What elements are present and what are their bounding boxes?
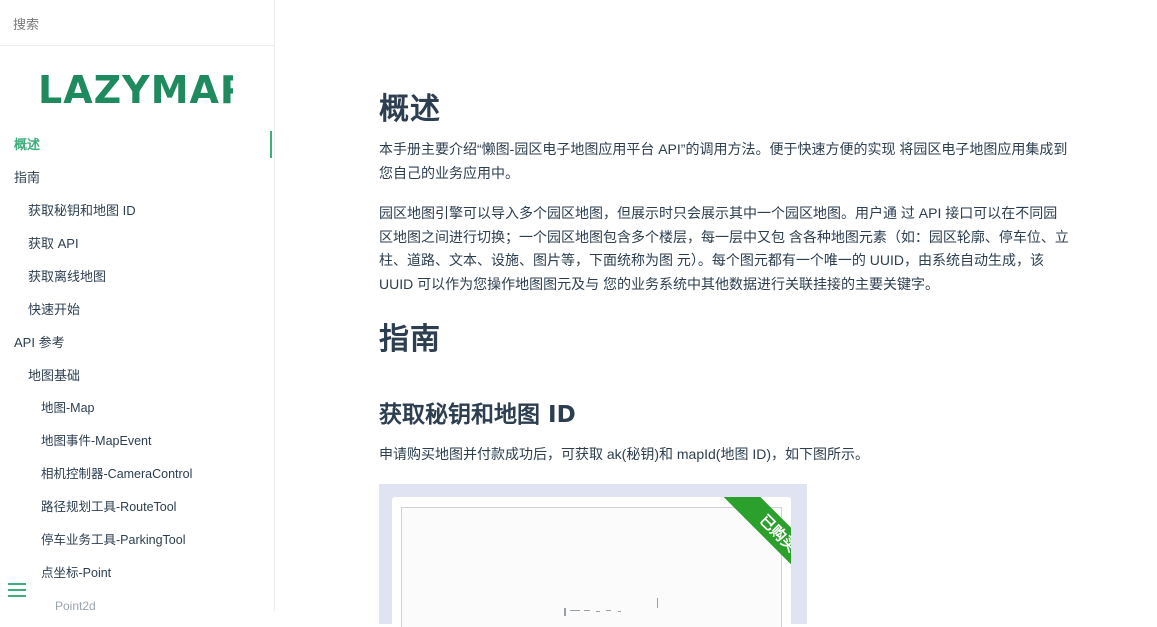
section-title-overview: 概述 xyxy=(379,92,441,127)
sidebar-item-parking-tool[interactable]: 停车业务工具-ParkingTool xyxy=(0,524,274,557)
sidebar-item-map[interactable]: 地图-Map xyxy=(0,392,274,425)
overview-paragraph-2: 园区地图引擎可以导入多个园区地图，但展示时只会展示其中一个园区地图。用户通 过 … xyxy=(379,205,1069,292)
sidebar-item-api-reference[interactable]: API 参考 xyxy=(0,326,274,359)
svg-text:LAZYMAP: LAZYMAP xyxy=(38,70,233,110)
sidebar-item-label: 概述 xyxy=(14,137,41,152)
sidebar-item-offline-map[interactable]: 获取离线地图 xyxy=(0,260,274,293)
sidebar-item-route-tool[interactable]: 路径规划工具-RouteTool xyxy=(0,491,274,524)
sidebar-item-label: 停车业务工具-ParkingTool xyxy=(41,533,186,547)
map-sketch xyxy=(564,598,658,616)
sidebar-item-map-event[interactable]: 地图事件-MapEvent xyxy=(0,425,274,458)
sidebar-item-point[interactable]: 点坐标-Point xyxy=(0,557,274,590)
sidebar-item-label: 快速开始 xyxy=(28,302,81,317)
sidebar-item-get-key[interactable]: 获取秘钥和地图 ID xyxy=(0,194,274,227)
get-key-paragraph: 申请购买地图并付款成功后，可获取 ak(秘钥)和 mapId(地图 ID)，如下… xyxy=(379,446,870,462)
section-title-guide: 指南 xyxy=(379,322,441,357)
sidebar-item-point2d[interactable]: Point2d xyxy=(0,590,274,611)
sidebar: 搜索 LAZYMAP 概述 指南 获取秘钥和地图 ID 获取 API 获取离线地… xyxy=(0,0,275,611)
sidebar-item-label: 地图基础 xyxy=(28,368,81,383)
screenshot-card: 已购买 xyxy=(392,497,791,627)
sidebar-item-get-api[interactable]: 获取 API xyxy=(0,227,274,260)
active-indicator xyxy=(270,131,272,158)
sidebar-item-label: 相机控制器-CameraControl xyxy=(41,467,193,481)
sidebar-item-label: 地图事件-MapEvent xyxy=(41,434,152,448)
menu-toggle-icon[interactable] xyxy=(8,583,26,599)
sidebar-item-quick-start[interactable]: 快速开始 xyxy=(0,293,274,326)
sidebar-item-label: Point2d xyxy=(55,599,96,611)
search-input[interactable]: 搜索 xyxy=(0,0,274,46)
sidebar-item-label: 路径规划工具-RouteTool xyxy=(41,500,177,514)
logo: LAZYMAP xyxy=(38,68,248,112)
ribbon-label: 已购买 xyxy=(756,511,791,556)
sidebar-item-label: 获取 API xyxy=(28,236,79,251)
sidebar-item-label: 点坐标-Point xyxy=(41,566,112,580)
sidebar-item-label: 获取离线地图 xyxy=(28,269,107,284)
sidebar-item-overview[interactable]: 概述 xyxy=(0,128,274,161)
sidebar-item-guide[interactable]: 指南 xyxy=(0,161,274,194)
section-title-get-key: 获取秘钥和地图 ID xyxy=(379,402,576,428)
sidebar-item-label: 获取秘钥和地图 ID xyxy=(28,203,136,218)
sidebar-item-map-basics[interactable]: 地图基础 xyxy=(0,359,274,392)
sidebar-item-label: 地图-Map xyxy=(41,401,95,415)
purchase-screenshot: 已购买 xyxy=(379,484,807,627)
sidebar-item-camera-control[interactable]: 相机控制器-CameraControl xyxy=(0,458,274,491)
sidebar-item-label: API 参考 xyxy=(14,335,65,350)
purchased-ribbon: 已购买 xyxy=(711,497,791,577)
sidebar-item-label: 指南 xyxy=(14,170,41,185)
sidebar-nav: 概述 指南 获取秘钥和地图 ID 获取 API 获取离线地图 快速开始 API … xyxy=(0,128,274,611)
overview-paragraph-1: 本手册主要介绍“懒图-园区电子地图应用平台 API”的调用方法。便于快速方便的实… xyxy=(379,141,1068,181)
